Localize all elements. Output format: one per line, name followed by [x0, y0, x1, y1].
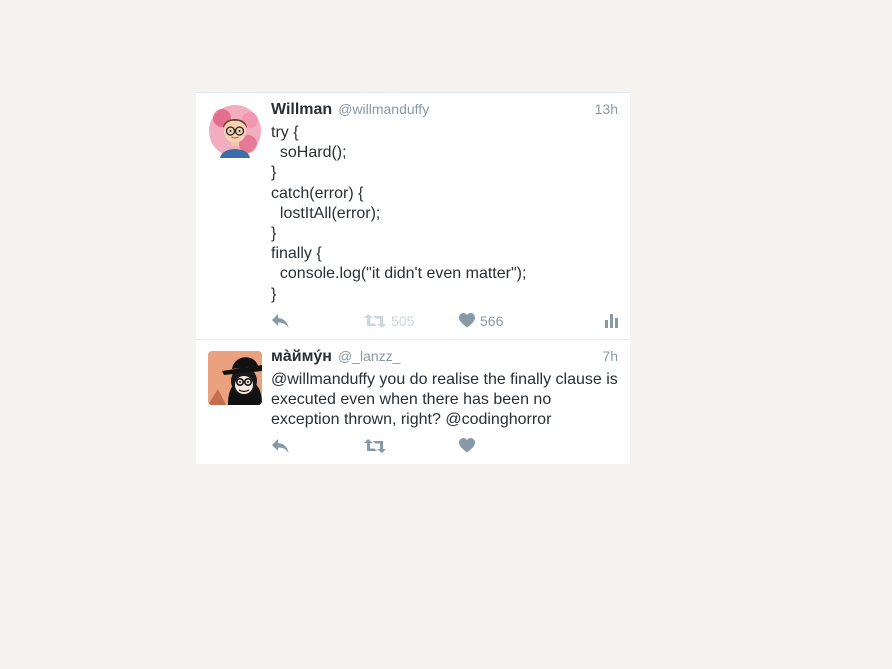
like-count: 566 — [480, 312, 504, 329]
heart-icon — [459, 438, 475, 453]
avatar[interactable] — [208, 104, 262, 158]
timestamp[interactable]: 13h — [595, 101, 618, 117]
reply-icon — [272, 313, 289, 328]
username[interactable]: @_lanzz_ — [338, 348, 400, 364]
retweet-count: 505 — [391, 312, 415, 329]
tweet-actions: 505 566 — [271, 305, 618, 339]
tweet[interactable]: Willman @willmanduffy 13h try { soHard()… — [196, 93, 630, 339]
retweet-button[interactable]: 505 — [364, 313, 414, 329]
username[interactable]: @willmanduffy — [338, 101, 429, 117]
tweet-actions — [271, 430, 618, 464]
reply-button[interactable] — [271, 313, 290, 329]
avatar[interactable] — [208, 350, 262, 405]
tweet-text: @willmanduffy you do realise the finally… — [271, 370, 623, 429]
analytics-button[interactable] — [605, 313, 618, 328]
like-button[interactable]: 566 — [459, 313, 503, 329]
tweet[interactable]: мàймýн @_lanzz_ 7h @willmanduffy you do … — [196, 338, 630, 465]
timeline-card: Willman @willmanduffy 13h try { soHard()… — [196, 92, 630, 465]
retweet-icon — [364, 313, 386, 328]
like-button[interactable] — [459, 438, 475, 453]
reply-button[interactable] — [271, 438, 290, 454]
reply-icon — [272, 439, 289, 454]
cartoon-glasses-avatar-icon — [208, 104, 262, 158]
display-name[interactable]: мàймýн — [271, 348, 332, 366]
retweet-button[interactable] — [364, 438, 386, 454]
retweet-icon — [364, 439, 386, 454]
monkey-hat-avatar-icon — [208, 350, 262, 405]
tweet-text: try { soHard(); } catch(error) { lostItA… — [271, 124, 527, 303]
heart-icon — [459, 313, 475, 328]
display-name[interactable]: Willman — [271, 101, 332, 119]
timestamp[interactable]: 7h — [602, 348, 618, 364]
bar-chart-icon — [605, 313, 618, 328]
